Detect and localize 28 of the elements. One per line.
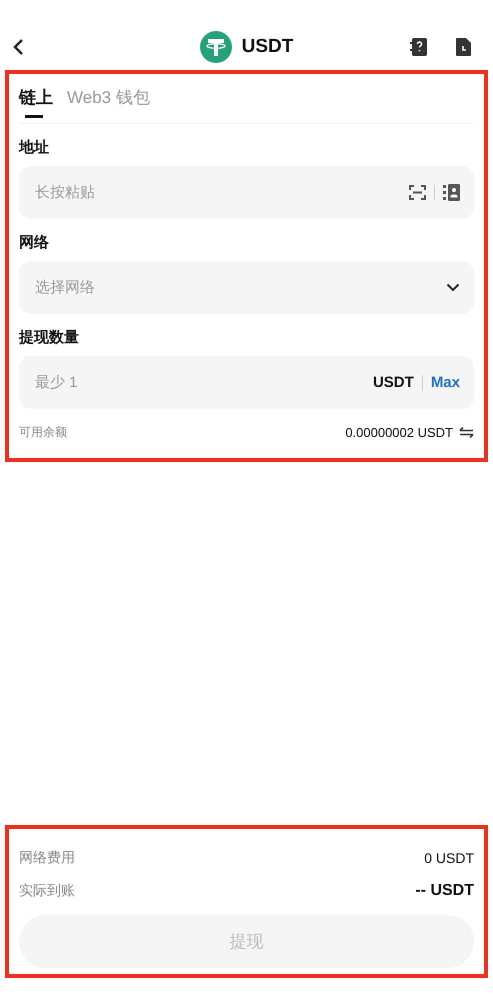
field-label: 提现数量 xyxy=(19,328,80,347)
max-button[interactable]: Max xyxy=(430,374,460,391)
field-label: 网络 xyxy=(19,233,50,252)
address-book-icon[interactable] xyxy=(443,184,460,201)
balance-label: 可用余额 xyxy=(19,424,67,440)
chevron-down-icon[interactable] xyxy=(446,283,460,292)
summary-value: -- USDT xyxy=(415,882,474,900)
input-field[interactable]: 长按粘贴 xyxy=(19,166,474,219)
input-field[interactable]: 最少 1 USDT Max xyxy=(19,356,474,409)
text-input[interactable]: 最少 1 xyxy=(33,373,373,392)
swap-icon[interactable] xyxy=(459,426,474,438)
text-input[interactable]: 长按粘贴 xyxy=(33,183,409,202)
back-icon[interactable] xyxy=(12,38,26,56)
tab[interactable]: 链上 xyxy=(19,84,53,120)
summary-value: 0 USDT xyxy=(424,850,474,866)
field-label: 地址 xyxy=(19,138,50,157)
tether-logo-icon xyxy=(200,31,232,63)
tab[interactable]: Web3 钱包 xyxy=(67,84,150,120)
summary-label: 网络费用 xyxy=(19,848,75,866)
summary-label: 实际到账 xyxy=(19,882,75,900)
input-field[interactable]: 选择网络 xyxy=(19,261,474,314)
scan-icon[interactable] xyxy=(409,185,426,200)
help-book-icon[interactable] xyxy=(410,37,428,57)
text-input[interactable]: 选择网络 xyxy=(33,278,446,297)
balance-value: 0.00000002 USDT xyxy=(345,424,453,440)
history-document-icon[interactable] xyxy=(455,37,472,57)
page-title: USDT xyxy=(242,36,294,58)
unit-label: USDT xyxy=(372,374,414,391)
